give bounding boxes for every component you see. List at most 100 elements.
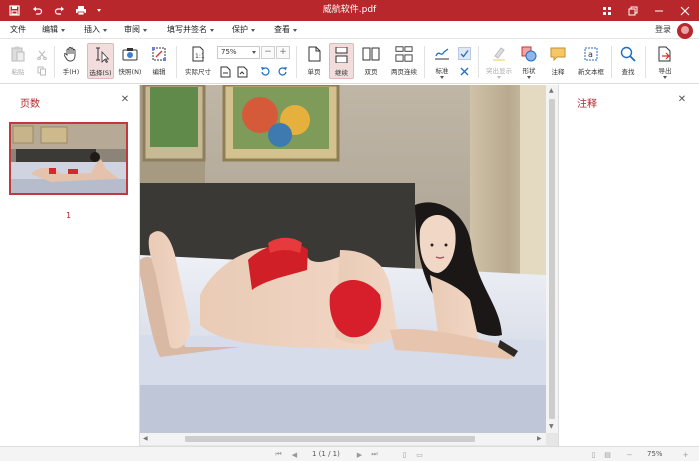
two-page-icon [362, 45, 380, 63]
menu-view[interactable]: 查看 [274, 21, 297, 39]
print-icon[interactable] [71, 0, 91, 21]
menu-review[interactable]: 审阅 [124, 21, 147, 39]
vertical-scroll-thumb[interactable] [549, 99, 555, 419]
hand-icon [62, 45, 80, 63]
text-select-icon [92, 46, 110, 64]
scroll-up-icon[interactable]: ▲ [549, 88, 554, 94]
pages-panel-title: 页数 [20, 99, 40, 110]
comments-panel-title: 注释 [577, 99, 597, 110]
two-page-button[interactable]: 双页 [359, 43, 383, 79]
vertical-scrollbar[interactable]: ▲ ▼ [546, 85, 558, 433]
fit-width-icon[interactable] [236, 65, 249, 78]
minimize-icon[interactable] [646, 0, 672, 21]
menu-edit[interactable]: 编辑 [42, 21, 65, 39]
highlight-label: 突出显示 [486, 67, 512, 75]
select-tool-button[interactable]: 选择(S) [87, 43, 114, 79]
continuous-button[interactable]: 继续 [329, 43, 354, 79]
snapshot-button[interactable]: 快照(N) [117, 43, 143, 79]
check-icon[interactable] [458, 47, 471, 60]
grid-icon[interactable] [594, 0, 620, 21]
single-page-view-icon[interactable]: ▯ [589, 450, 598, 459]
next-page-icon[interactable]: ▶ [355, 450, 364, 459]
actual-size-icon: 1:1 [189, 45, 207, 63]
zoom-out-status-icon[interactable]: − [625, 450, 634, 459]
find-button[interactable]: 查找 [616, 43, 640, 79]
page-indicator[interactable]: 1 (1 / 1) [312, 447, 340, 461]
page-thumbnail[interactable] [9, 122, 128, 195]
horizontal-scrollbar[interactable]: ◀ ▶ [140, 433, 546, 445]
sign-button[interactable]: 标准 [430, 43, 454, 79]
fit-width-status-icon[interactable]: ▭ [415, 450, 424, 459]
previous-page-icon[interactable]: ◀ [290, 450, 299, 459]
single-page-button[interactable]: 单页 [302, 43, 326, 79]
zoom-in-status-icon[interactable]: + [681, 450, 690, 459]
close-icon[interactable]: ✕ [120, 95, 130, 105]
scroll-down-icon[interactable]: ▼ [549, 424, 554, 430]
zoom-select[interactable]: 75% [217, 46, 260, 59]
fit-page-status-icon[interactable]: ▯ [400, 450, 409, 459]
hand-label: 手(H) [62, 68, 80, 76]
comment-label: 注释 [551, 68, 565, 76]
fit-page-icon[interactable] [219, 65, 232, 78]
chevron-down-icon [527, 76, 531, 79]
menu-protect-label: 保护 [232, 25, 248, 34]
close-icon[interactable] [672, 0, 698, 21]
edit-button[interactable]: 编辑 [147, 43, 171, 79]
continuous-page-icon [333, 46, 351, 64]
menu-protect[interactable]: 保护 [232, 21, 255, 39]
comment-button[interactable]: 注释 [546, 43, 570, 79]
cut-icon[interactable] [35, 48, 48, 61]
menu-insert[interactable]: 插入 [84, 21, 107, 39]
zoom-out-button[interactable]: − [261, 46, 275, 59]
svg-text:1:1: 1:1 [195, 53, 205, 60]
two-page-continuous-button[interactable]: 两页连续 [388, 43, 420, 79]
paste-button[interactable]: 粘贴 [7, 43, 29, 79]
menu-file-label: 文件 [10, 25, 26, 34]
find-label: 查找 [621, 68, 635, 76]
pages-panel: 页数 ✕ 1 [0, 85, 140, 446]
camera-icon [121, 45, 139, 63]
avatar[interactable] [677, 23, 693, 39]
sign-label: 标准 [435, 67, 449, 75]
two-page-continuous-label: 两页连续 [391, 68, 417, 76]
continuous-view-icon[interactable]: ▤ [603, 450, 612, 459]
comments-panel: 注释 ✕ [558, 85, 699, 446]
single-page-label: 单页 [307, 68, 321, 76]
shape-button[interactable]: 形状 [517, 43, 541, 79]
menu-fill-sign-label: 填写并签名 [167, 25, 207, 34]
copy-icon[interactable] [35, 64, 48, 77]
chevron-down-icon [251, 28, 255, 32]
first-page-icon[interactable]: ⏮ [274, 450, 283, 459]
save-icon[interactable] [4, 0, 24, 21]
export-button[interactable]: 导出 [653, 43, 677, 79]
toolbar-separator [54, 46, 55, 78]
menu-review-label: 审阅 [124, 25, 140, 34]
horizontal-scroll-thumb[interactable] [185, 436, 475, 442]
document-view[interactable]: ▲ ▼ ◀ ▶ [140, 85, 558, 446]
highlight-button[interactable]: 突出显示 [483, 43, 515, 79]
paste-label: 粘贴 [11, 68, 25, 76]
cross-icon[interactable] [458, 65, 471, 78]
chevron-down-icon [103, 28, 107, 32]
actual-size-button[interactable]: 1:1 实际尺寸 [182, 43, 214, 79]
undo-icon[interactable] [27, 0, 47, 21]
close-icon[interactable]: ✕ [677, 95, 687, 105]
svg-text:a: a [588, 50, 593, 59]
menu-file[interactable]: 文件 [10, 21, 26, 39]
text-box-button[interactable]: a 新文本框 [575, 43, 607, 79]
hand-tool-button[interactable]: 手(H) [59, 43, 83, 79]
zoom-in-button[interactable]: + [276, 46, 290, 59]
login-link[interactable]: 登录 [655, 21, 671, 39]
paste-icon [9, 45, 27, 63]
rotate-left-icon[interactable] [259, 65, 272, 78]
rotate-right-icon[interactable] [276, 65, 289, 78]
actual-size-label: 实际尺寸 [185, 68, 211, 76]
chevron-down-icon [293, 28, 297, 32]
redo-icon[interactable] [49, 0, 69, 21]
menu-fill-sign[interactable]: 填写并签名 [167, 21, 214, 39]
restore-icon[interactable] [620, 0, 646, 21]
scroll-left-icon[interactable]: ◀ [143, 436, 148, 442]
scroll-right-icon[interactable]: ▶ [537, 436, 542, 442]
customize-caret-icon[interactable] [89, 0, 109, 21]
last-page-icon[interactable]: ⏭ [370, 450, 379, 459]
